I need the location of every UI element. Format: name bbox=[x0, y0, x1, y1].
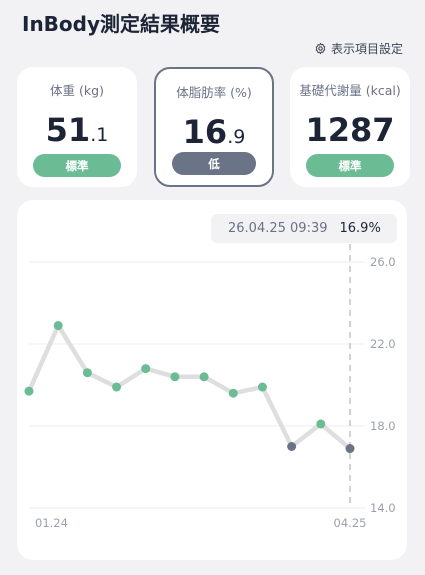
data-point bbox=[141, 364, 151, 374]
bmr-value: 1287 bbox=[305, 111, 395, 149]
y-tick-label: 26.0 bbox=[370, 255, 396, 269]
body-fat-chart[interactable]: 26.0 22.0 18.0 14.0 01.24 04.25 bbox=[17, 200, 407, 560]
body-fat-label: 体脂肪率 (%) bbox=[176, 85, 252, 100]
y-tick-label: 18.0 bbox=[370, 419, 396, 433]
weight-status-badge: 標準 bbox=[33, 154, 121, 177]
data-point bbox=[199, 372, 209, 382]
y-tick-label: 14.0 bbox=[370, 501, 396, 515]
x-tick-label: 01.24 bbox=[35, 516, 68, 530]
data-point bbox=[24, 386, 34, 396]
display-settings-label: 表示項目設定 bbox=[330, 42, 403, 56]
gear-icon bbox=[315, 42, 326, 55]
x-tick-label: 04.25 bbox=[334, 516, 367, 530]
data-point bbox=[112, 382, 122, 392]
data-point bbox=[345, 444, 355, 454]
chart-tooltip: 26.04.25 09:39 16.9% bbox=[211, 214, 397, 243]
body-fat-chart-card: 26.0 22.0 18.0 14.0 01.24 04.25 26.04.25 09:3… bbox=[17, 200, 407, 560]
weight-card[interactable]: 体重 (kg) 51.1 標準 bbox=[17, 67, 137, 187]
weight-value: 51.1 bbox=[45, 111, 109, 149]
bmr-status-badge: 標準 bbox=[306, 154, 394, 177]
data-point bbox=[170, 372, 180, 382]
data-point bbox=[316, 419, 326, 429]
data-point bbox=[228, 388, 238, 398]
body-fat-value: 16.9 bbox=[182, 113, 246, 151]
bmr-label: 基礎代謝量 (kcal) bbox=[299, 83, 401, 98]
display-settings-button[interactable]: 表示項目設定 bbox=[314, 40, 403, 57]
data-point bbox=[53, 321, 63, 331]
data-point bbox=[82, 368, 92, 378]
weight-label: 体重 (kg) bbox=[50, 83, 104, 98]
page-title: InBody測定結果概要 bbox=[22, 12, 221, 36]
bmr-card[interactable]: 基礎代謝量 (kcal) 1287 標準 bbox=[290, 67, 410, 187]
body-fat-status-badge: 低 bbox=[172, 152, 256, 175]
data-point bbox=[257, 382, 267, 392]
data-point bbox=[287, 442, 297, 451]
y-tick-label: 22.0 bbox=[370, 337, 396, 351]
tooltip-date: 26.04.25 09:39 bbox=[228, 221, 328, 236]
tooltip-value: 16.9% bbox=[339, 221, 381, 236]
body-fat-card[interactable]: 体脂肪率 (%) 16.9 低 bbox=[154, 67, 274, 187]
